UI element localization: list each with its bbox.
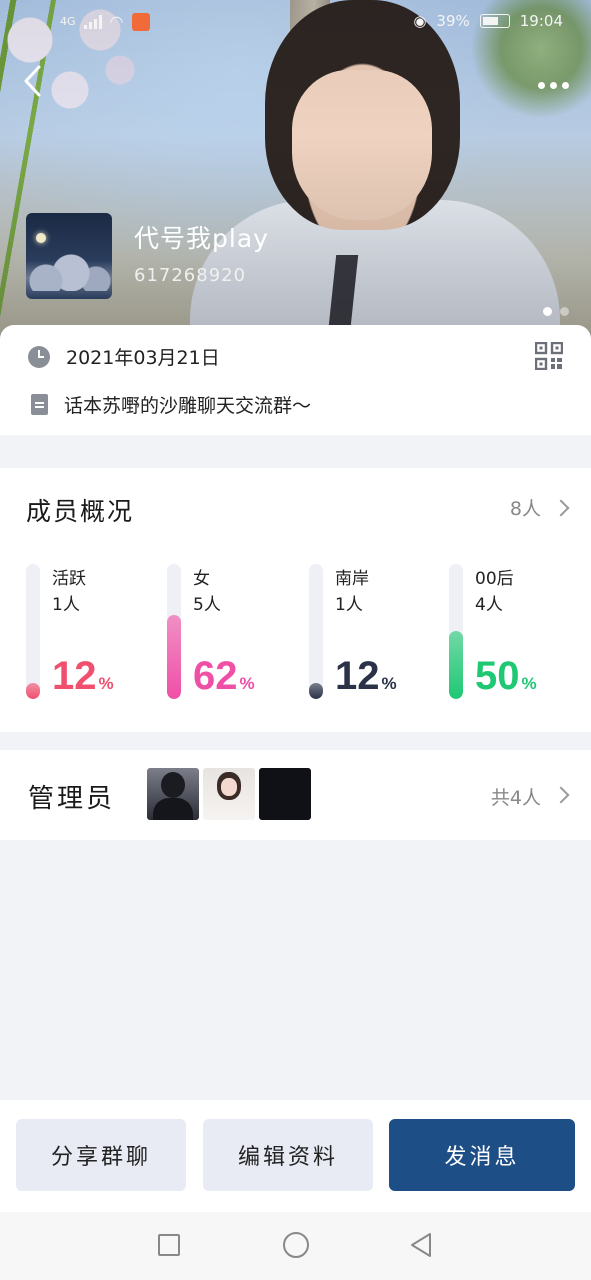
admin-card[interactable]: 管理员 共4人 — [0, 750, 591, 840]
signal-icon — [83, 14, 102, 29]
admin-title: 管理员 — [28, 784, 116, 814]
stat-label: 活跃 — [52, 569, 86, 589]
stat-percent-unit: % — [239, 674, 255, 693]
stat-bar-fill — [449, 631, 463, 699]
stat-label: 00后 — [475, 569, 514, 589]
stat-percent-value: 12 — [52, 654, 97, 698]
network-label: 4G — [60, 15, 76, 28]
chevron-right-icon — [552, 786, 570, 804]
app-notification-icon — [131, 12, 150, 31]
stat-age-group: 00后 4人 50% — [449, 564, 584, 704]
member-overview-title: 成员概况 — [26, 497, 135, 526]
stat-label: 南岸 — [335, 569, 369, 589]
stat-percent-unit: % — [98, 674, 114, 693]
qr-code-icon[interactable] — [535, 342, 563, 370]
system-back-button[interactable] — [406, 1230, 436, 1260]
stat-bar-track — [167, 564, 181, 699]
status-bar: 4G ◠ ◉ 39% 19:04 — [0, 8, 591, 38]
description-row: 话本苏嘢的沙雕聊天交流群～ — [28, 391, 311, 418]
stat-bar-track — [449, 564, 463, 699]
stat-percent-value: 62 — [193, 654, 238, 698]
more-dot-icon — [537, 81, 545, 89]
stat-count: 1人 — [52, 595, 80, 615]
admin-avatars — [147, 768, 311, 820]
system-nav-bar — [0, 1212, 591, 1280]
group-name: 代号我play — [134, 224, 269, 253]
page-indicator — [543, 307, 569, 316]
battery-percent: 39% — [436, 12, 470, 30]
stat-count: 1人 — [335, 595, 363, 615]
group-info-card: 2021年03月21日 话本苏嘢的沙雕聊天交流群～ — [0, 325, 591, 435]
admin-avatar[interactable] — [147, 768, 199, 820]
send-message-button[interactable]: 发消息 — [389, 1119, 575, 1191]
admin-avatar[interactable] — [259, 768, 311, 820]
chevron-left-icon — [24, 65, 41, 97]
page-dot-active — [543, 307, 552, 316]
stat-percent-unit: % — [521, 674, 537, 693]
group-cover-image: 4G ◠ ◉ 39% 19:04 代号我play 617268920 — [0, 0, 591, 340]
document-icon — [31, 394, 48, 415]
stat-bar-track — [26, 564, 40, 699]
stat-percent-value: 12 — [335, 654, 380, 698]
stat-percent-value: 50 — [475, 654, 520, 698]
created-date-row: 2021年03月21日 — [28, 343, 220, 370]
share-group-button[interactable]: 分享群聊 — [16, 1119, 186, 1191]
stat-count: 4人 — [475, 595, 503, 615]
stat-percent-unit: % — [381, 674, 397, 693]
action-bar: 分享群聊 编辑资料 发消息 — [0, 1100, 591, 1212]
stat-label: 女 — [193, 569, 210, 589]
stat-bar-fill — [309, 683, 323, 699]
stat-percent: 62% — [193, 652, 255, 708]
stat-percent: 12% — [52, 652, 114, 708]
member-count: 8人 — [509, 498, 541, 520]
clock-time: 19:04 — [519, 12, 563, 30]
home-button[interactable] — [283, 1232, 309, 1258]
stat-active: 活跃 1人 12% — [26, 564, 161, 704]
member-overview-card[interactable]: 成员概况 8人 活跃 1人 12% 女 5人 62% 南岸 1人 12% 00后… — [0, 468, 591, 732]
stat-bar-fill — [26, 683, 40, 699]
stat-region: 南岸 1人 12% — [309, 564, 444, 704]
stat-female: 女 5人 62% — [167, 564, 302, 704]
battery-icon — [479, 14, 510, 28]
chevron-right-icon — [552, 499, 570, 517]
page-dot — [560, 307, 569, 316]
clock-icon — [28, 345, 50, 368]
admin-avatar[interactable] — [203, 768, 255, 820]
created-date: 2021年03月21日 — [66, 347, 220, 369]
admin-count: 共4人 — [490, 787, 541, 809]
stat-count: 5人 — [193, 595, 221, 615]
group-id: 617268920 — [134, 265, 247, 286]
back-button[interactable] — [22, 64, 52, 104]
stat-bar-track — [309, 564, 323, 699]
wifi-icon: ◠ — [109, 12, 124, 31]
edit-profile-button[interactable]: 编辑资料 — [203, 1119, 373, 1191]
group-avatar[interactable] — [26, 213, 112, 299]
group-description: 话本苏嘢的沙雕聊天交流群～ — [64, 395, 312, 417]
stat-percent: 12% — [335, 652, 397, 708]
more-options-button[interactable] — [533, 70, 573, 100]
eye-comfort-icon: ◉ — [413, 12, 427, 30]
recent-apps-button[interactable] — [158, 1234, 180, 1256]
stat-bar-fill — [167, 615, 181, 699]
stat-percent: 50% — [475, 652, 537, 708]
